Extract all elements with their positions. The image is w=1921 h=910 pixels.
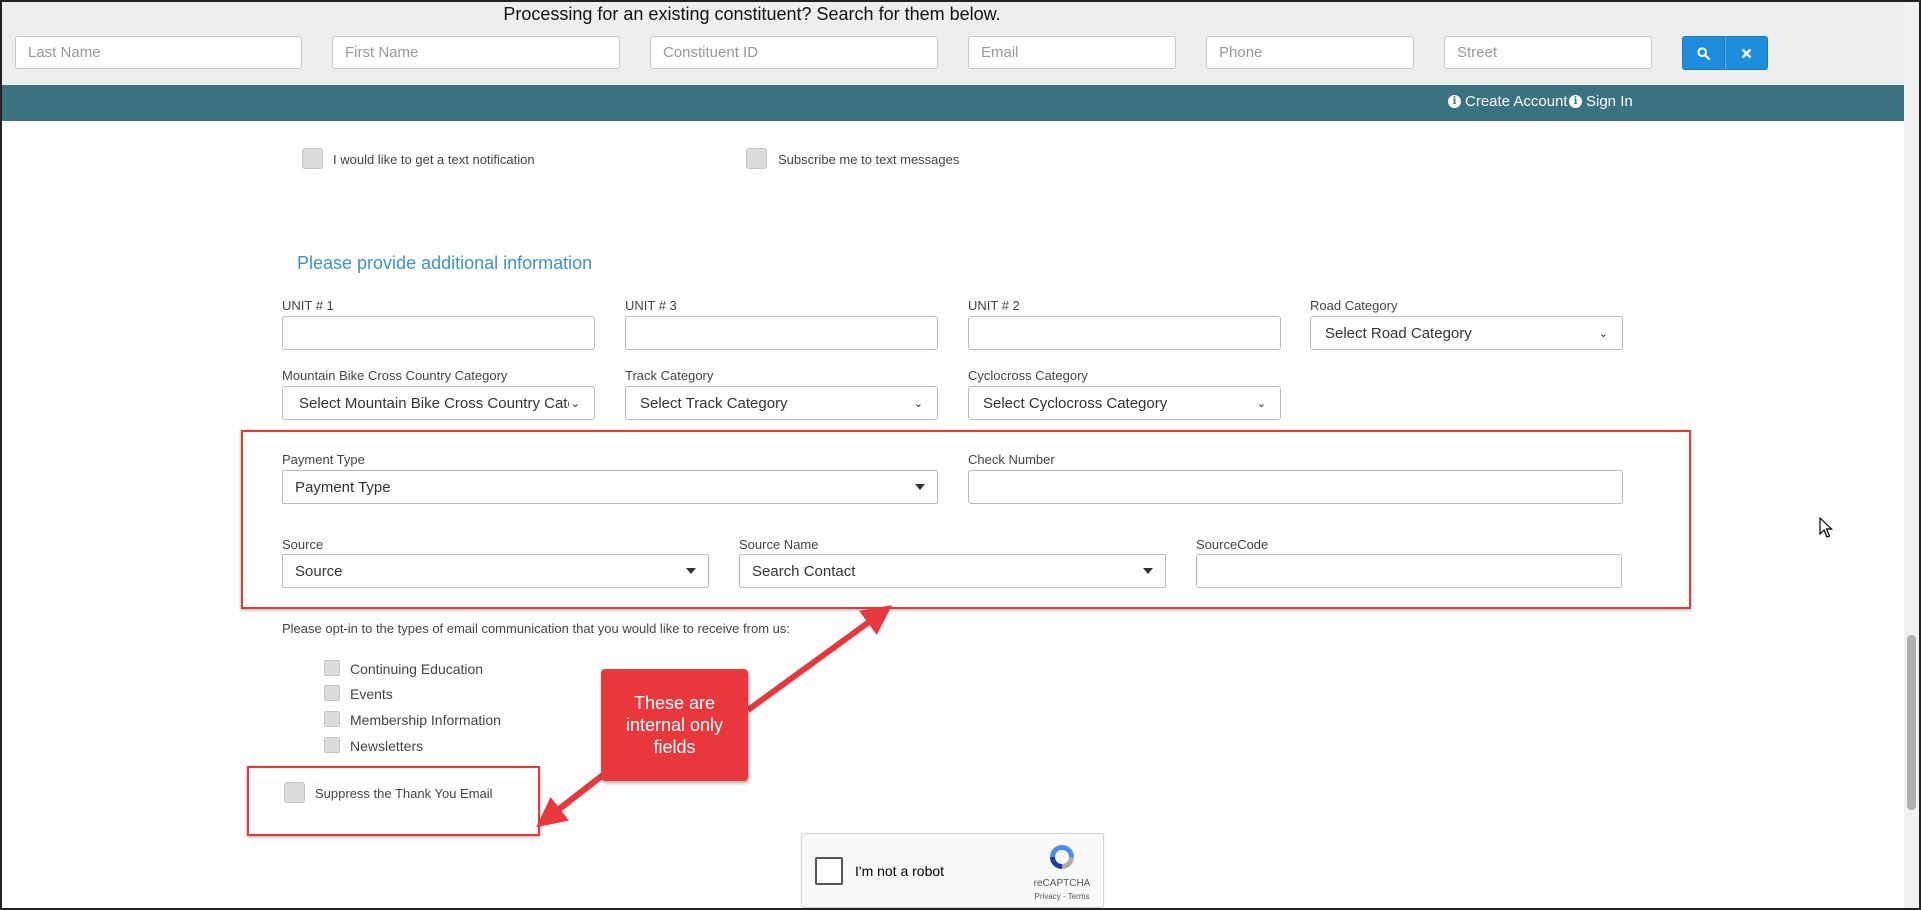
arrow-to-suppress-head	[536, 772, 605, 828]
recaptcha-label: I'm not a robot	[855, 863, 945, 879]
recaptcha-terms[interactable]: Privacy - Terms	[1027, 892, 1097, 901]
internal-fields-callout: These are internal only fields	[601, 669, 748, 781]
mouse-cursor-icon	[1819, 517, 1833, 538]
recaptcha-logo-icon	[1050, 845, 1074, 869]
arrow-to-internal-fields	[746, 605, 893, 713]
recaptcha-brand: reCAPTCHA	[1033, 878, 1091, 889]
annotation-arrows	[536, 605, 893, 828]
recaptcha-widget: I'm not a robot reCAPTCHA Privacy - Term…	[801, 833, 1104, 908]
recaptcha-checkbox[interactable]	[815, 857, 843, 885]
